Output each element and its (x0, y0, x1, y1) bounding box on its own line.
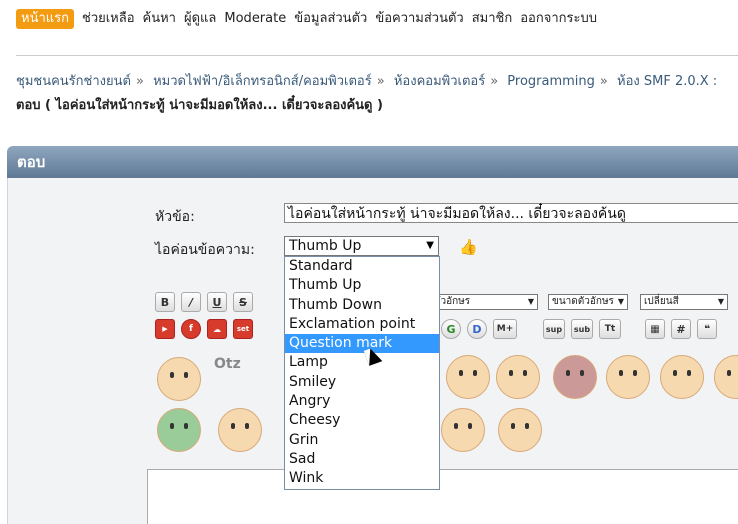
think-smiley-icon[interactable] (218, 408, 262, 452)
option-grin[interactable]: Grin (285, 431, 439, 450)
font-color-selected: เปลี่ยนสี (644, 296, 679, 307)
chevron-down-icon: ▼ (717, 297, 724, 306)
smirk-smiley-icon[interactable] (441, 408, 485, 452)
option-question-mark[interactable]: Question mark (285, 334, 439, 354)
option-lamp[interactable]: Lamp (285, 353, 439, 372)
strike-button[interactable]: S (233, 292, 253, 312)
message-icon-select[interactable]: Thumb Up ▼ (284, 236, 439, 256)
font-size-select[interactable]: ขนาดตัวอักษร ▼ (548, 294, 628, 310)
sick-smiley-icon[interactable] (157, 408, 201, 452)
option-thumb-up[interactable]: Thumb Up (285, 276, 439, 295)
format-toolbar-row2: ▶ f ☁ set (155, 319, 253, 341)
flash-button[interactable]: f (181, 319, 201, 339)
set-button[interactable]: set (233, 319, 253, 339)
breadcrumb-link-community[interactable]: ชุมชนคนรักช่างยนต์ (16, 74, 131, 89)
chevron-down-icon: ▼ (617, 297, 624, 306)
option-angry[interactable]: Angry (285, 392, 439, 411)
breadcrumb: ชุมชนคนรักช่างยนต์» หมวดไฟฟ้า/อิเล็กทรอน… (16, 74, 718, 113)
menu-item-help[interactable]: ช่วยเหลือ (78, 9, 139, 29)
menu-item-logout[interactable]: ออกจากระบบ (516, 9, 601, 29)
breadcrumb-link-category[interactable]: หมวดไฟฟ้า/อิเล็กทรอนิกส์/คอมพิวเตอร์ (153, 74, 372, 89)
devil-smiley-icon[interactable] (553, 355, 597, 399)
thumb-up-icon: 👍 (459, 238, 478, 256)
subject-label: หัวข้อ: (155, 209, 195, 225)
font-face-select[interactable]: ตัวอักษร ▼ (430, 294, 538, 310)
breadcrumb-current: ตอบ ( ไอค่อนใส่หน้ากระทู้ น่าจะมีมอดให้ล… (16, 98, 383, 113)
hash-button[interactable]: # (671, 319, 691, 339)
underline-button[interactable]: U (207, 292, 227, 312)
format-toolbar-row1: B / U S (155, 292, 253, 314)
option-sad[interactable]: Sad (285, 450, 439, 469)
main-menu: หน้าแรก ช่วยเหลือ ค้นหา ผู้ดูแล Moderate… (16, 8, 601, 30)
menu-item-messages[interactable]: ข้อความส่วนตัว (371, 9, 467, 29)
option-exclamation[interactable]: Exclamation point (285, 315, 439, 334)
ponder-smiley-icon[interactable] (498, 408, 542, 452)
teletype-button[interactable]: Tt (599, 319, 621, 339)
subject-input[interactable]: ไอค่อนใส่หน้ากระทู้ น่าจะมีมอดให้ลง... เ… (284, 203, 738, 223)
bold-button[interactable]: B (155, 292, 175, 312)
menu-divider (16, 55, 738, 56)
youtube-button[interactable]: ▶ (155, 319, 175, 339)
cool-smiley-icon[interactable] (496, 355, 540, 399)
soundcloud-button[interactable]: ☁ (207, 319, 227, 339)
italic-button[interactable]: / (181, 292, 201, 312)
quote-button[interactable]: ❝ (697, 319, 717, 339)
menu-item-profile[interactable]: ข้อมูลส่วนตัว (290, 9, 371, 29)
subscript-button[interactable]: sub (571, 319, 593, 339)
message-icon-selected: Thumb Up (289, 238, 362, 254)
menu-item-home[interactable]: หน้าแรก (16, 9, 74, 29)
menu-item-admin[interactable]: ผู้ดูแล (180, 9, 220, 29)
panel-title: ตอบ (7, 146, 738, 178)
smiley-icon[interactable] (446, 355, 490, 399)
message-textarea[interactable] (147, 469, 738, 524)
message-icon-dropdown: Standard Thumb Up Thumb Down Exclamation… (284, 256, 440, 490)
menu-item-members[interactable]: สมาชิก (468, 9, 517, 29)
g-button[interactable]: G (441, 319, 461, 339)
smiley-icon[interactable] (157, 357, 201, 401)
font-size-selected: ขนาดตัวอักษร (552, 296, 614, 307)
kiss-smiley-icon[interactable] (660, 355, 704, 399)
icon-label: ไอค่อนข้อความ: (155, 242, 255, 258)
format-toolbar-row2-right: G D M+ sup sub Tt ▦ # ❝ (441, 319, 717, 341)
mplus-button[interactable]: M+ (493, 319, 517, 339)
chevron-down-icon: ▼ (527, 297, 534, 306)
otz-smiley-icon[interactable]: Otz (214, 356, 241, 372)
option-cheesy[interactable]: Cheesy (285, 411, 439, 430)
breadcrumb-link-programming[interactable]: Programming (507, 74, 595, 89)
dance-smiley-icon[interactable] (606, 355, 650, 399)
menu-item-moderate[interactable]: Moderate (220, 9, 290, 29)
font-color-select[interactable]: เปลี่ยนสี ▼ (640, 294, 728, 310)
superscript-button[interactable]: sup (543, 319, 565, 339)
option-smiley[interactable]: Smiley (285, 373, 439, 392)
breadcrumb-link-computer[interactable]: ห้องคอมพิวเตอร์ (394, 74, 485, 89)
table-button[interactable]: ▦ (645, 319, 665, 339)
option-wink[interactable]: Wink (285, 469, 439, 488)
option-thumb-down[interactable]: Thumb Down (285, 296, 439, 315)
breadcrumb-link-smf[interactable]: ห้อง SMF 2.0.X : (617, 74, 717, 89)
menu-item-search[interactable]: ค้นหา (139, 9, 180, 29)
option-standard[interactable]: Standard (285, 257, 439, 276)
d-button[interactable]: D (467, 319, 487, 339)
chevron-down-icon: ▼ (426, 240, 434, 251)
